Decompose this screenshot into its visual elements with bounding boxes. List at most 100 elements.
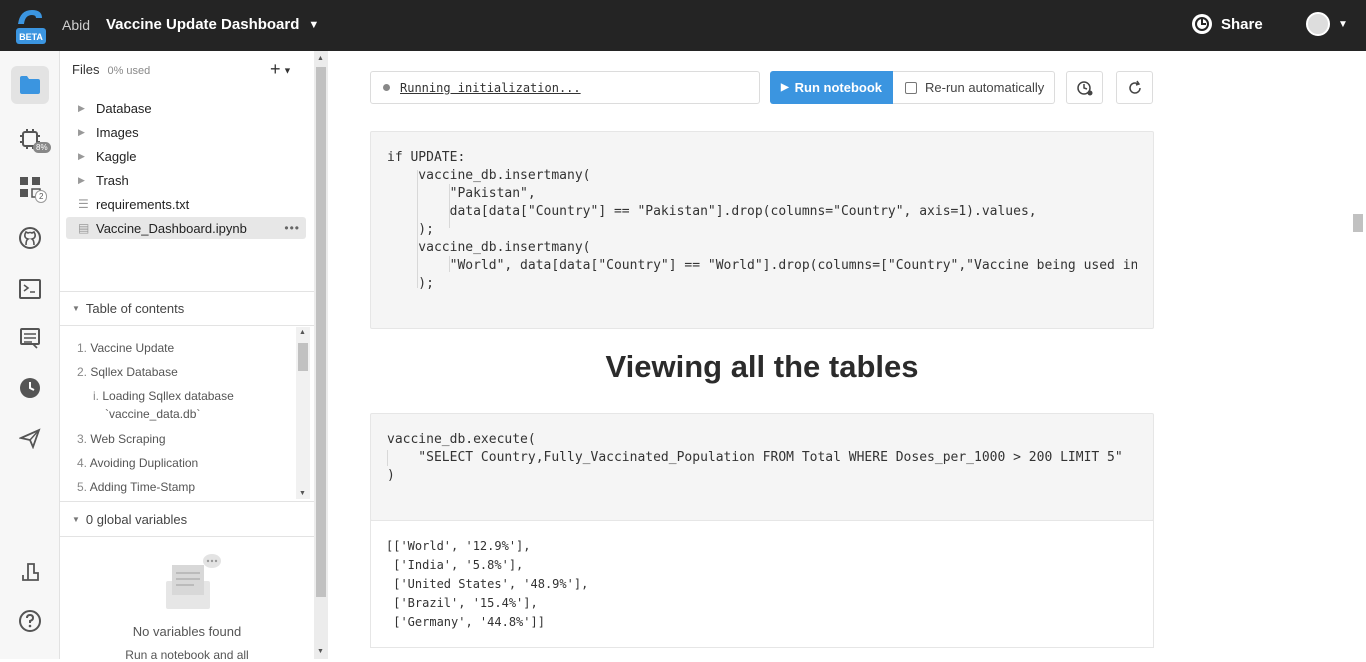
github-button[interactable]: [11, 219, 49, 257]
share-button[interactable]: Share: [1191, 13, 1263, 35]
section-heading: Viewing all the tables: [605, 349, 919, 384]
code-line: );: [387, 222, 434, 237]
terminal-button[interactable]: [11, 270, 49, 308]
code-line: vaccine_db.insertmany(: [387, 240, 591, 255]
comments-button[interactable]: [11, 319, 49, 357]
code-line: "Pakistan",: [387, 186, 536, 201]
document-title: Vaccine Update Dashboard: [106, 16, 300, 33]
toc-label: Avoiding Duplication: [89, 456, 199, 470]
run-notebook-button[interactable]: ▶ Run notebook: [770, 71, 893, 104]
scroll-up-icon[interactable]: ▲: [299, 329, 306, 336]
toc-title: Table of contents: [85, 301, 185, 316]
app-logo[interactable]: BETA: [12, 6, 50, 46]
code-cell[interactable]: vaccine_db.execute( "SELECT Country,Full…: [370, 413, 1154, 521]
refresh-icon: [1128, 80, 1141, 94]
notebook-scrollbar[interactable]: [1350, 51, 1366, 659]
rerun-automatically-toggle[interactable]: Re-run automatically: [893, 71, 1055, 104]
scroll-down-icon[interactable]: ▼: [299, 490, 306, 497]
code-line: if UPDATE:: [387, 150, 466, 165]
toc-item[interactable]: i. Loading Sqllex database: [93, 389, 234, 403]
tree-folder-database[interactable]: ▶ Database: [66, 97, 306, 119]
cpu-usage-badge: 8%: [33, 142, 51, 153]
run-status-bar[interactable]: Running initialization...: [370, 71, 760, 104]
tree-folder-kaggle[interactable]: ▶ Kaggle: [66, 145, 306, 167]
paper-plane-icon: [19, 428, 41, 449]
caret-down-icon: ▼: [72, 304, 80, 313]
icon-rail: 8% 2: [0, 51, 60, 659]
code-line: vaccine_db.execute(: [387, 432, 536, 447]
run-status-text[interactable]: Running initialization...: [400, 81, 581, 95]
status-dot: [383, 84, 390, 91]
comments-icon: [20, 328, 40, 349]
notebook-scroll-thumb[interactable]: [1353, 214, 1363, 232]
account-menu[interactable]: ▼: [1306, 12, 1348, 36]
output-line: ['India', '5.8%'],: [386, 558, 524, 572]
toc-label: Web Scraping: [90, 432, 166, 446]
toc-num: i.: [93, 389, 99, 403]
toc-label: Loading Sqllex database: [102, 389, 234, 403]
keyboard-shortcuts-button[interactable]: [11, 553, 49, 591]
cell-output: [['World', '12.9%'], ['India', '5.8%'], …: [370, 520, 1154, 648]
folder-icon: [20, 76, 40, 94]
tree-item-label: Trash: [96, 172, 129, 188]
publish-button[interactable]: [11, 419, 49, 457]
schedule-icon: [1076, 80, 1092, 95]
tree-folder-images[interactable]: ▶ Images: [66, 121, 306, 143]
notebook-area: Running initialization... ▶ Run notebook…: [330, 51, 1350, 659]
variables-title: 0 global variables: [85, 511, 188, 527]
output-line: ['Brazil', '15.4%'],: [386, 596, 538, 610]
file-more-button[interactable]: •••: [284, 221, 300, 235]
schedule-button[interactable]: [1066, 71, 1103, 104]
output-line: ['Germany', '44.8%']]: [386, 615, 545, 629]
toc-item[interactable]: 2. Sqllex Database: [77, 365, 178, 379]
history-button[interactable]: [11, 369, 49, 407]
tree-file-requirements[interactable]: ☰ requirements.txt: [66, 193, 306, 215]
terminal-icon: [19, 279, 41, 299]
toc-item[interactable]: 4. Avoiding Duplication: [77, 456, 198, 470]
rerun-checkbox[interactable]: [905, 81, 917, 94]
toc-item[interactable]: 5. Adding Time-Stamp: [77, 480, 195, 494]
integrations-button[interactable]: 2: [11, 168, 49, 206]
toc-label: Vaccine Update: [90, 341, 175, 355]
toc-scroll-thumb[interactable]: [298, 343, 308, 371]
restart-button[interactable]: [1116, 71, 1153, 104]
files-panel-scrollbar[interactable]: ▲ ▼: [314, 51, 328, 659]
tree-item-label: Database: [96, 100, 152, 116]
shortcut-icon: [22, 563, 39, 581]
text-file-icon: ☰: [78, 197, 89, 211]
caret-right-icon: ▶: [78, 126, 85, 137]
toc-num: 5.: [77, 480, 88, 494]
output-line: [['World', '12.9%'],: [386, 539, 531, 553]
toc-num: 1.: [77, 341, 88, 355]
document-title-menu[interactable]: Vaccine Update Dashboard ▼: [106, 16, 319, 33]
toc-item[interactable]: 1. Vaccine Update: [77, 341, 174, 355]
variables-header[interactable]: ▼ 0 global variables: [60, 501, 314, 537]
tree-file-notebook[interactable]: ▤ Vaccine_Dashboard.ipynb •••: [66, 217, 306, 239]
toc-item[interactable]: 3. Web Scraping: [77, 432, 166, 446]
scroll-up-icon[interactable]: ▲: [317, 55, 324, 62]
files-header: Files 0% used: [72, 62, 150, 77]
help-button[interactable]: [11, 602, 49, 640]
integrations-badge: 2: [35, 190, 48, 203]
toc-header[interactable]: ▼ Table of contents: [60, 291, 314, 326]
toc-label: Sqllex Database: [90, 365, 178, 379]
github-icon: [19, 227, 41, 249]
files-scroll-thumb[interactable]: [316, 67, 326, 597]
scroll-down-icon[interactable]: ▼: [317, 648, 324, 655]
code-line: ): [387, 468, 395, 483]
empty-variables-illustration: [166, 554, 221, 609]
machine-button[interactable]: 8%: [11, 120, 51, 158]
empty-variables-subtitle: Run a notebook and all: [125, 648, 249, 662]
workspace-user[interactable]: Abid: [62, 17, 90, 33]
tree-folder-trash[interactable]: ▶ Trash: [66, 169, 306, 191]
code-cell[interactable]: if UPDATE: vaccine_db.insertmany( "Pakis…: [370, 131, 1154, 329]
toc-item-continued[interactable]: `vaccine_data.db`: [105, 407, 200, 421]
caret-right-icon: ▶: [78, 174, 85, 185]
add-file-button[interactable]: + ▼: [270, 59, 292, 80]
rerun-label: Re-run automatically: [925, 80, 1045, 95]
caret-down-icon: ▼: [1338, 18, 1348, 30]
toc-scrollbar[interactable]: ▲ ▼: [296, 327, 310, 499]
code-line: "SELECT Country,Fully_Vaccinated_Populat…: [387, 450, 1123, 465]
tree-item-label: Vaccine_Dashboard.ipynb: [96, 220, 247, 236]
files-panel-button[interactable]: [11, 66, 49, 104]
